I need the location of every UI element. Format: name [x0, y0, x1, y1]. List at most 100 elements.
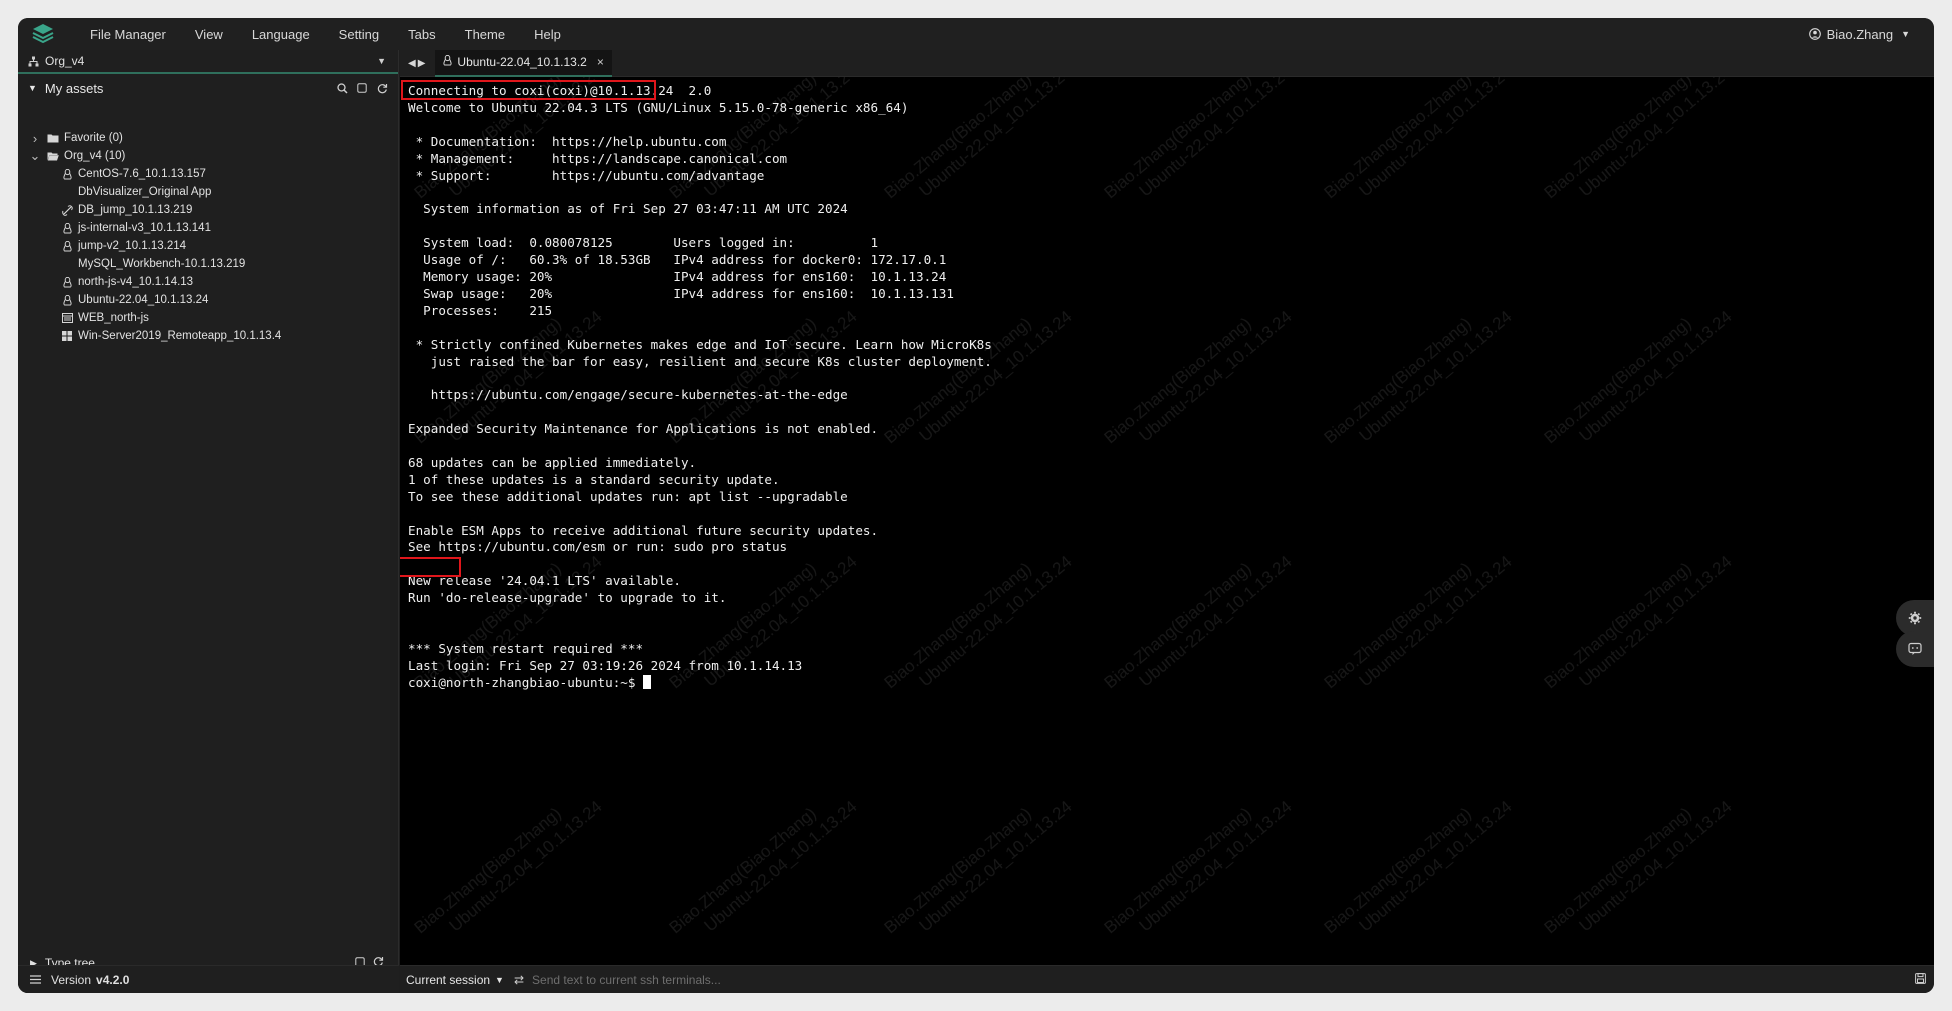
chat-icon: [1908, 642, 1922, 655]
gear-icon: [1908, 611, 1922, 625]
menu-bar: File Manager View Language Setting Tabs Theme…: [18, 18, 1934, 50]
tree-item[interactable]: DB_jump_10.1.13.219: [18, 201, 398, 219]
send-text-input[interactable]: [532, 969, 1233, 990]
my-assets-title: My assets: [44, 80, 104, 96]
org-name: Org_v4: [45, 54, 85, 68]
terminal-line: Processes: 215: [408, 302, 553, 318]
watermark-user: Biao.Zhang(Biao.Zhang): [1320, 803, 1475, 938]
chevron-down-icon[interactable]: ⌄: [30, 148, 41, 164]
watermark-host: Ubuntu-22.04_10.1.13.24: [1135, 551, 1296, 691]
switch-icon[interactable]: ⇄: [514, 973, 524, 987]
watermark: Biao.Zhang(Biao.Zhang) Ubuntu-22.04_10.1.…: [1100, 780, 1296, 954]
terminal-line: Usage of /: 60.3% of 18.53GB IPv4 addres…: [408, 252, 947, 268]
watermark-host: Ubuntu-22.04_10.1.13.24: [445, 796, 606, 936]
terminal-cursor: [643, 674, 652, 689]
menu-item-help[interactable]: Help: [534, 27, 561, 42]
my-assets-header[interactable]: ▼ My assets: [18, 74, 398, 102]
chevron-right-icon[interactable]: ›: [30, 131, 40, 146]
watermark-host: Ubuntu-22.04_10.1.13.24: [1575, 77, 1736, 201]
watermark-user: Biao.Zhang(Biao.Zhang): [1540, 77, 1695, 203]
folder-icon: [46, 132, 60, 144]
collapse-all-icon[interactable]: [356, 82, 368, 94]
terminal-line: * Management: https://landscape.canonica…: [408, 150, 788, 166]
org-selector[interactable]: Org_v4 ▼: [18, 50, 398, 74]
watermark: Biao.Zhang(Biao.Zhang) Ubuntu-22.04_10.1.…: [1320, 290, 1516, 464]
tree-item[interactable]: MySQL_Workbench-10.1.13.219: [18, 255, 398, 273]
tab-prev-icon[interactable]: ◀: [408, 58, 416, 69]
linux-icon: [60, 276, 74, 288]
terminal-line: See https://ubuntu.com/esm or run: sudo …: [408, 539, 788, 555]
caret-down-icon: ▼: [28, 83, 37, 93]
terminal-prompt: coxi@north-zhangbiao-ubuntu:~$: [408, 674, 644, 690]
menu-item-file-manager[interactable]: File Manager: [90, 27, 166, 42]
app-window: File Manager View Language Setting Tabs Theme…: [18, 18, 1934, 993]
terminal-line: To see these additional updates run: apt…: [408, 488, 848, 504]
watermark-host: Ubuntu-22.04_10.1.13.24: [1135, 796, 1296, 936]
menu-icon[interactable]: [30, 973, 41, 987]
watermark-user: Biao.Zhang(Biao.Zhang): [665, 803, 820, 938]
tree-item[interactable]: jump-v2_10.1.13.214: [18, 237, 398, 255]
search-icon[interactable]: [336, 82, 348, 94]
watermark: Biao.Zhang(Biao.Zhang) Ubuntu-22.04_10.1.…: [1100, 77, 1296, 219]
watermark: Biao.Zhang(Biao.Zhang) Ubuntu-22.04_10.1.…: [1320, 77, 1516, 219]
windows-icon: [60, 330, 74, 342]
terminal[interactable]: Biao.Zhang(Biao.Zhang) Ubuntu-22.04_10.1.…: [400, 77, 1934, 965]
tree-item-label: DB_jump_10.1.13.219: [78, 204, 193, 216]
user-menu[interactable]: Biao.Zhang ▼: [1808, 18, 1910, 50]
watermark: Biao.Zhang(Biao.Zhang) Ubuntu-22.04_10.1.…: [410, 780, 606, 954]
version-value: v4.2.0: [96, 972, 130, 987]
terminal-line: Run 'do-release-upgrade' to upgrade to i…: [408, 590, 727, 606]
tree-item[interactable]: CentOS-7.6_10.1.13.157: [18, 165, 398, 183]
chat-float-button[interactable]: [1896, 631, 1934, 667]
current-session-dropdown[interactable]: Current session ▼: [406, 973, 504, 987]
menu-item-language[interactable]: Language: [252, 27, 310, 42]
version-label: Version: [51, 972, 92, 987]
close-icon[interactable]: ×: [597, 55, 604, 69]
watermark-user: Biao.Zhang(Biao.Zhang): [1100, 558, 1255, 693]
watermark-user: Biao.Zhang(Biao.Zhang): [1320, 558, 1475, 693]
refresh-icon[interactable]: [376, 82, 388, 94]
tree-item[interactable]: Ubuntu-22.04_10.1.13.24: [18, 291, 398, 309]
web-icon: [60, 312, 74, 324]
tree-item[interactable]: ⌄ Org_v4 (10): [18, 147, 398, 165]
terminal-line: 68 updates can be applied immediately.: [408, 454, 697, 470]
watermark-user: Biao.Zhang(Biao.Zhang): [1540, 558, 1695, 693]
tree-item[interactable]: js-internal-v3_10.1.13.141: [18, 219, 398, 237]
highlight-box-prompt: [400, 557, 461, 577]
save-icon[interactable]: [1915, 972, 1926, 987]
tree-item[interactable]: Win-Server2019_Remoteapp_10.1.13.4: [18, 327, 398, 345]
app-logo-icon: [32, 24, 54, 44]
version-bar: Version v4.2.0: [18, 965, 399, 993]
tree-item[interactable]: DbVisualizer_Original App: [18, 183, 398, 201]
tree-item-label: jump-v2_10.1.13.214: [78, 240, 187, 252]
terminal-prompt-line: coxi@north-zhangbiao-ubuntu:~$: [408, 674, 992, 692]
chevron-down-icon: ▼: [377, 56, 386, 66]
watermark: Biao.Zhang(Biao.Zhang) Ubuntu-22.04_10.1.…: [880, 780, 1076, 954]
tree-item[interactable]: › Favorite (0): [18, 129, 398, 147]
linux-icon: [60, 294, 74, 306]
tree-item[interactable]: WEB_north-js: [18, 309, 398, 327]
menu-item-view[interactable]: View: [195, 27, 223, 42]
watermark-user: Biao.Zhang(Biao.Zhang): [410, 803, 565, 938]
terminal-line: https://ubuntu.com/engage/secure-kuberne…: [408, 387, 848, 403]
watermark-host: Ubuntu-22.04_10.1.13.24: [1355, 77, 1516, 201]
watermark: Biao.Zhang(Biao.Zhang) Ubuntu-22.04_10.1.…: [1540, 535, 1736, 709]
tab-ubuntu-session[interactable]: Ubuntu-22.04_10.1.13.2 ×: [435, 49, 612, 77]
menu-item-tabs[interactable]: Tabs: [408, 27, 435, 42]
bottom-bar: Current session ▼ ⇄: [400, 965, 1934, 993]
terminal-line: just raised the bar for easy, resilient …: [408, 353, 992, 369]
watermark: Biao.Zhang(Biao.Zhang) Ubuntu-22.04_10.1.…: [665, 780, 861, 954]
blank-icon: [60, 186, 74, 198]
tab-next-icon[interactable]: ▶: [418, 58, 426, 69]
menu-item-theme[interactable]: Theme: [465, 27, 505, 42]
terminal-line: System load: 0.080078125 Users logged in…: [408, 235, 879, 251]
watermark-host: Ubuntu-22.04_10.1.13.24: [1575, 306, 1736, 446]
watermark-user: Biao.Zhang(Biao.Zhang): [1100, 313, 1255, 448]
watermark-user: Biao.Zhang(Biao.Zhang): [1100, 77, 1255, 203]
tree-item[interactable]: north-js-v4_10.1.14.13: [18, 273, 398, 291]
menu-item-setting[interactable]: Setting: [339, 27, 379, 42]
